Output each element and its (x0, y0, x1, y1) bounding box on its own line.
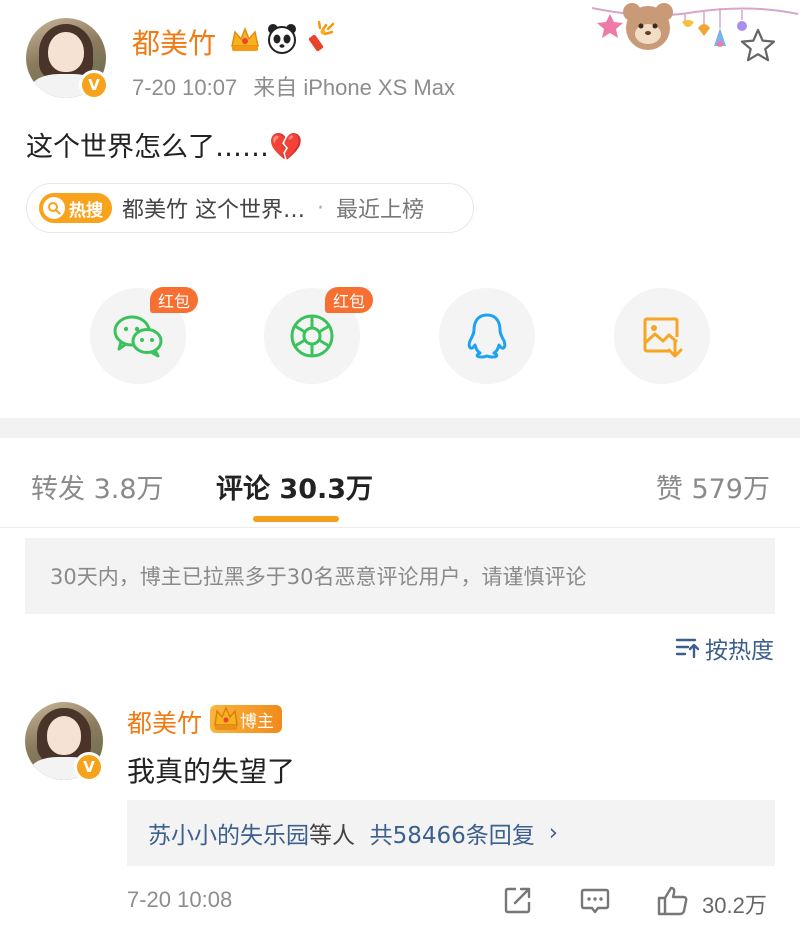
hot-search-status: 最近上榜 (336, 198, 425, 223)
owner-crown-icon (214, 706, 238, 730)
post-text: 这个世界怎么了……💔 (26, 132, 303, 163)
hot-search-separator: · (317, 195, 324, 221)
moments-aperture-icon (290, 314, 334, 358)
comment-icon[interactable] (579, 884, 611, 916)
verified-badge-icon: V (79, 70, 109, 100)
save-image-button[interactable] (614, 288, 710, 384)
reply-suffix: 等人 (309, 823, 355, 849)
reply-total: 共58466条回复 (369, 823, 535, 849)
commenter-verified-badge-icon: V (74, 752, 104, 782)
post-meta: 7-20 10:07 来自 iPhone XS Max (132, 70, 455, 102)
share-qq-button[interactable] (439, 288, 535, 384)
wechat-icon (113, 315, 163, 358)
comment-notice: 30天内，博主已拉黑多于30名恶意评论用户，请谨慎评论 (25, 538, 775, 614)
section-divider (0, 418, 800, 438)
owner-tag: 博主 (210, 705, 282, 733)
hot-search-title: 都美竹 这个世界… (122, 198, 305, 223)
tab-comments[interactable]: 评论 30.3万 (216, 467, 373, 506)
commenter-name[interactable]: 都美竹 (127, 704, 202, 740)
sort-icon (675, 638, 700, 659)
post-source: 来自 iPhone XS Max (253, 75, 455, 100)
post-time: 7-20 10:07 (132, 75, 238, 100)
like-thumb-icon[interactable] (656, 884, 690, 918)
sort-by-hot-button[interactable]: 按热度 (675, 631, 774, 665)
save-image-icon (643, 317, 683, 358)
wechat-hongbao-badge: 红包 (150, 287, 199, 313)
panda-badge-icon (268, 24, 296, 54)
tab-likes[interactable]: 赞 579万 (656, 467, 770, 506)
favorite-star-icon[interactable] (738, 26, 778, 66)
hot-search-pill[interactable]: 热搜 都美竹 这个世界… · 最近上榜 (26, 183, 474, 233)
qq-penguin-icon (467, 313, 507, 359)
crown-badge-icon (231, 26, 259, 51)
moments-hongbao-badge: 红包 (325, 287, 374, 313)
like-count: 30.2万 (702, 893, 767, 918)
view-replies-link[interactable]: 苏小小的失乐园 等人 共58466条回复 › (127, 800, 775, 866)
chevron-right-icon: › (548, 820, 558, 846)
repost-icon[interactable] (502, 884, 534, 916)
firework-badge-icon (308, 21, 335, 52)
reply-author-names: 苏小小的失乐园 (148, 823, 309, 849)
search-icon (43, 197, 65, 219)
tabs-divider (0, 527, 800, 528)
comment-text: 我真的失望了 (127, 755, 296, 788)
active-tab-indicator (253, 516, 339, 522)
comment-time: 7-20 10:08 (127, 887, 233, 912)
author-name[interactable]: 都美竹 (132, 22, 216, 62)
hot-search-tag: 热搜 (39, 193, 112, 223)
tab-reposts[interactable]: 转发 3.8万 (31, 467, 164, 506)
